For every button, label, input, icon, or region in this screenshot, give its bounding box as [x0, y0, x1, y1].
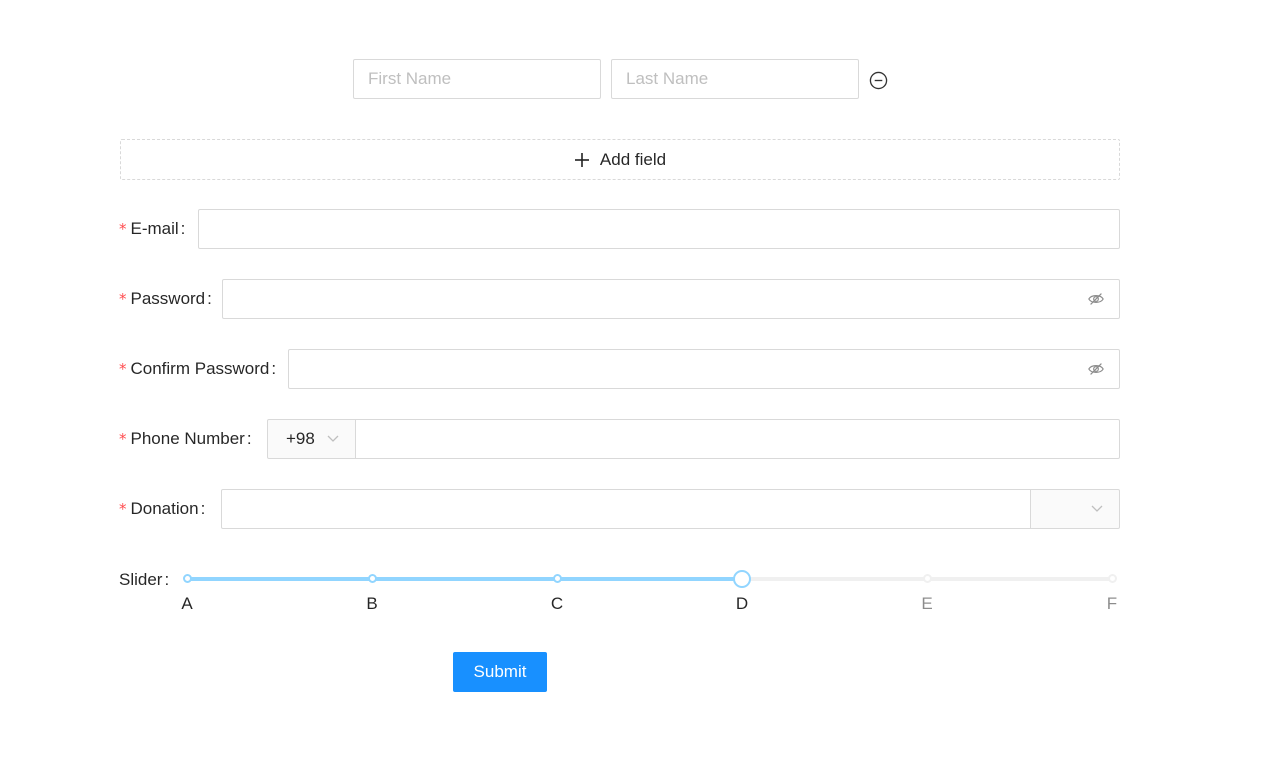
minus-circle-icon[interactable] [868, 70, 888, 90]
required-mark: * [119, 290, 127, 308]
slider-dot[interactable] [922, 574, 932, 583]
slider-handle[interactable] [733, 570, 751, 588]
required-mark: * [119, 430, 127, 448]
slider-label-text: Slider [119, 570, 163, 589]
slider-label: Slider : [119, 560, 169, 600]
confirm-password-field[interactable] [288, 349, 1120, 389]
phone-prefix-select[interactable]: +98 [267, 419, 356, 459]
required-mark: * [119, 220, 127, 238]
donation-label: * Donation : [119, 489, 205, 529]
donation-field[interactable] [221, 489, 1031, 529]
first-name-placeholder: First Name [368, 69, 452, 88]
label-colon: : [200, 499, 206, 518]
phone-number-field[interactable] [355, 419, 1120, 459]
phone-prefix-value: +98 [286, 429, 315, 448]
last-name-input[interactable]: Last Name [611, 59, 859, 99]
donation-currency-select[interactable] [1030, 489, 1120, 529]
confirm-password-label-text: Confirm Password [130, 359, 270, 378]
email-label-text: E-mail [130, 219, 179, 238]
required-mark: * [119, 500, 127, 518]
label-colon: : [246, 429, 252, 448]
required-mark: * [119, 360, 127, 378]
add-field-button[interactable]: Add field [120, 139, 1120, 180]
phone-label: * Phone Number : [119, 419, 252, 459]
slider-mark-label[interactable]: D [736, 594, 748, 614]
password-label: * Password : [119, 279, 212, 319]
slider-dot[interactable] [552, 574, 562, 583]
email-field[interactable] [198, 209, 1120, 249]
chevron-down-icon [1091, 505, 1103, 512]
add-field-label: Add field [599, 149, 667, 169]
label-colon: : [164, 570, 170, 589]
slider-mark-label[interactable]: F [1107, 594, 1117, 614]
label-colon: : [207, 289, 212, 308]
submit-button[interactable]: Submit [453, 652, 547, 692]
label-colon: : [180, 219, 186, 238]
last-name-placeholder: Last Name [626, 69, 709, 88]
slider-track [187, 577, 742, 581]
first-name-input[interactable]: First Name [353, 59, 601, 99]
plus-icon [574, 152, 589, 167]
email-label: * E-mail : [119, 209, 185, 249]
phone-label-text: Phone Number [130, 429, 245, 448]
slider-mark-label[interactable]: A [181, 594, 192, 614]
slider-dot[interactable] [182, 574, 192, 583]
label-colon: : [271, 359, 277, 378]
password-label-text: Password [130, 289, 206, 308]
slider-dot[interactable] [1107, 574, 1117, 583]
eye-invisible-icon[interactable] [1086, 359, 1106, 379]
slider-mark-label[interactable]: B [366, 594, 377, 614]
slider-dot[interactable] [367, 574, 377, 583]
eye-invisible-icon[interactable] [1086, 289, 1106, 309]
slider-mark-label[interactable]: C [551, 594, 563, 614]
slider-mark-label[interactable]: E [921, 594, 932, 614]
donation-label-text: Donation [130, 499, 199, 518]
chevron-down-icon [327, 435, 339, 442]
password-field[interactable] [222, 279, 1120, 319]
confirm-password-label: * Confirm Password : [119, 349, 276, 389]
